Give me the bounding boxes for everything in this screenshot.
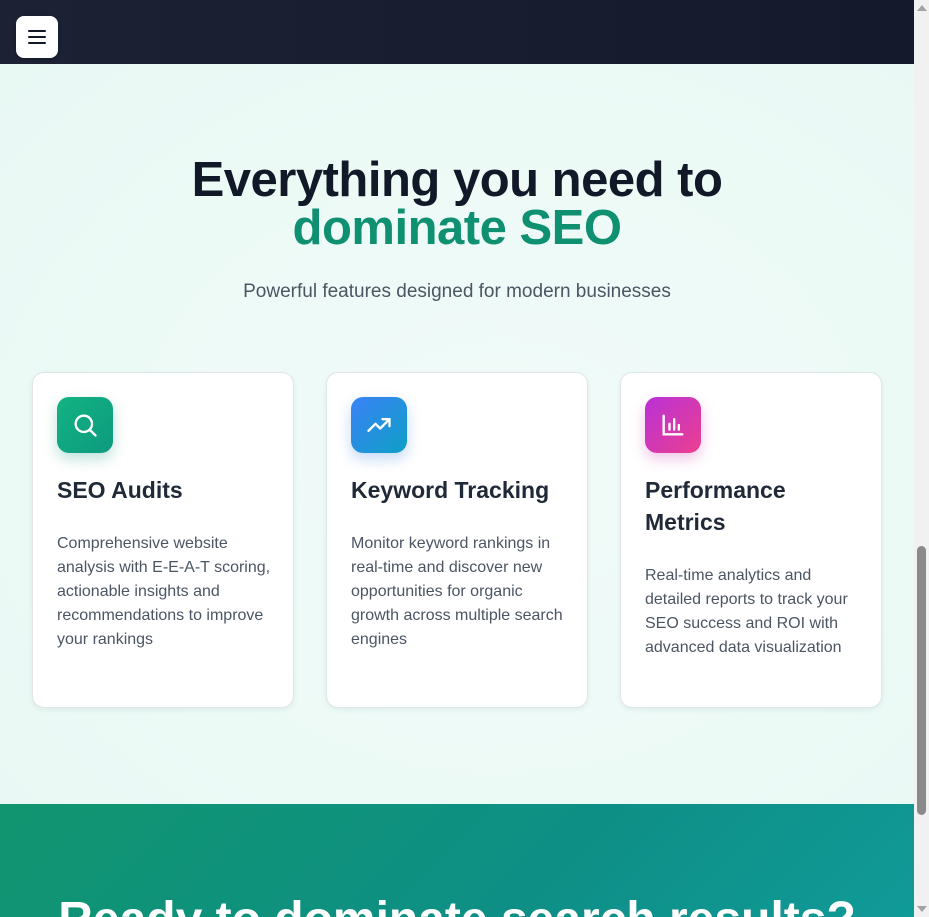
bar-chart-icon — [662, 414, 684, 436]
cta-heading: Ready to dominate search results? — [0, 892, 914, 917]
features-subtitle: Powerful features designed for modern bu… — [243, 281, 671, 302]
feature-card-performance-metrics: Performance Metrics Real-time analytics … — [620, 372, 882, 708]
feature-card-keyword-tracking: Keyword Tracking Monitor keyword ranking… — [326, 372, 588, 708]
top-navigation-bar — [0, 0, 914, 64]
trending-up-icon — [367, 418, 391, 432]
page: Everything you need to dominate SEO Powe… — [0, 0, 914, 917]
scrollbar-thumb[interactable] — [917, 546, 926, 815]
cta-section: Ready to dominate search results? — [0, 804, 914, 917]
hamburger-menu-icon — [28, 30, 46, 44]
search-icon — [74, 414, 97, 437]
feature-card-title: Keyword Tracking — [351, 477, 550, 503]
scroll-down-arrow-icon[interactable] — [917, 906, 927, 912]
feature-card-description: Monitor keyword rankings in real-time an… — [351, 535, 563, 648]
menu-button[interactable] — [16, 16, 58, 58]
feature-card-description: Real-time analytics and detailed reports… — [645, 567, 848, 656]
feature-icon-box — [57, 397, 113, 453]
feature-card-seo-audits: SEO Audits Comprehensive website analysi… — [32, 372, 294, 708]
heading-line-2-accent: dominate SEO — [292, 201, 622, 255]
scroll-up-arrow-icon[interactable] — [917, 5, 927, 11]
feature-card-description: Comprehensive website analysis with E-E-… — [57, 535, 271, 648]
feature-card-title: SEO Audits — [57, 477, 183, 503]
features-section: Everything you need to dominate SEO Powe… — [0, 64, 914, 804]
heading-line-1: Everything you need to — [191, 153, 723, 207]
feature-icon-box — [645, 397, 701, 453]
features-heading: Everything you need to dominate SEO — [0, 153, 914, 255]
feature-icon-box — [351, 397, 407, 453]
feature-card-title: Performance Metrics — [645, 477, 786, 535]
vertical-scrollbar[interactable] — [914, 0, 929, 917]
